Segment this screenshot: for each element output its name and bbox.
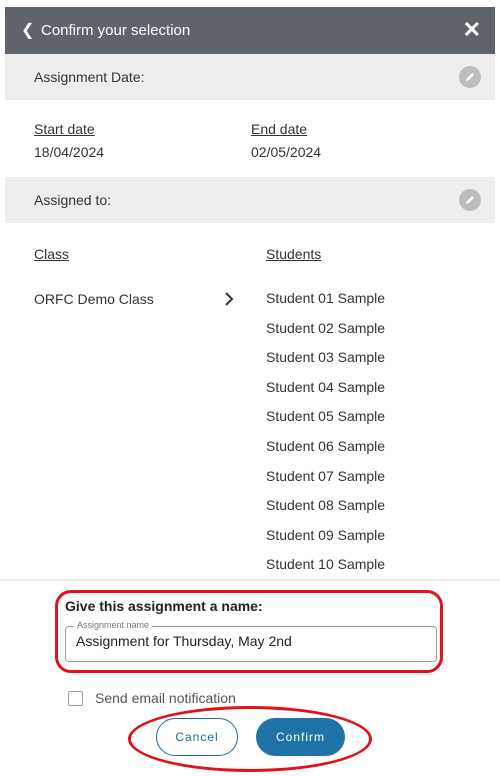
- start-date-value: 18/04/2024: [34, 144, 105, 160]
- back-chevron-icon[interactable]: ❮: [21, 22, 35, 39]
- student-item: Student 08 Sample: [266, 497, 386, 514]
- chevron-right-icon[interactable]: [222, 290, 236, 308]
- class-name[interactable]: ORFC Demo Class: [34, 291, 154, 307]
- class-column-header: Class: [34, 246, 70, 262]
- student-item: Student 06 Sample: [266, 437, 386, 454]
- student-item: Student 05 Sample: [266, 408, 386, 425]
- highlight-annotation-buttons: [128, 706, 372, 772]
- edit-date-pencil-icon[interactable]: [459, 66, 481, 88]
- edit-assignees-pencil-icon[interactable]: [459, 189, 481, 211]
- student-item: Student 04 Sample: [266, 378, 386, 395]
- student-item: Student 07 Sample: [266, 467, 386, 484]
- dialog-header: ❮ Confirm your selection ✕: [5, 7, 495, 54]
- student-item: Student 09 Sample: [266, 526, 386, 543]
- student-item: Student 02 Sample: [266, 319, 386, 336]
- end-date-value: 02/05/2024: [251, 144, 322, 160]
- assignment-date-label: Assignment Date:: [34, 69, 145, 85]
- students-column-header: Students: [266, 246, 322, 262]
- assigned-to-section: Assigned to:: [5, 177, 495, 223]
- footer-divider: [0, 579, 500, 581]
- end-date-label: End date: [251, 121, 308, 137]
- email-notification-checkbox[interactable]: [68, 691, 83, 706]
- dialog-title: Confirm your selection: [41, 22, 191, 39]
- students-list: Student 01 Sample Student 02 Sample Stud…: [266, 289, 385, 585]
- assigned-to-label: Assigned to:: [34, 192, 112, 208]
- highlight-annotation-name: [55, 590, 443, 673]
- student-item: Student 01 Sample: [266, 290, 386, 306]
- email-notification-label[interactable]: Send email notification: [95, 690, 236, 706]
- student-item: Student 03 Sample: [266, 349, 386, 366]
- assignment-date-section: Assignment Date:: [5, 54, 495, 100]
- start-date-label: Start date: [34, 121, 95, 137]
- close-icon[interactable]: ✕: [463, 19, 481, 41]
